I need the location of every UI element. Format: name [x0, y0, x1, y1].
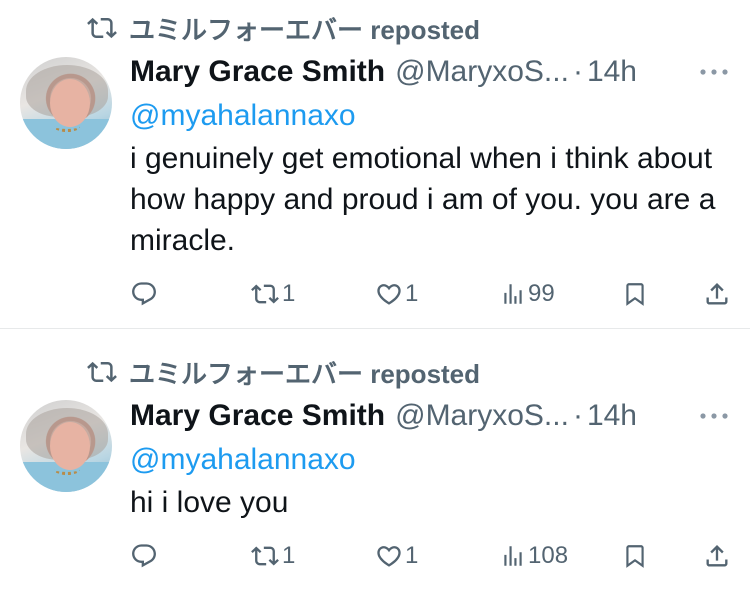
heart-icon: [375, 542, 403, 570]
author-name[interactable]: Mary Grace Smith: [130, 55, 385, 89]
retweet-icon: [85, 13, 119, 43]
timestamp[interactable]: 14h: [587, 399, 637, 433]
tweet[interactable]: ユミルフォーエバー reposted Mary Grace Smith @Mar…: [0, 0, 750, 328]
bookmark-button[interactable]: [622, 536, 648, 576]
like-count: 1: [405, 542, 419, 569]
views-count: 108: [528, 542, 569, 569]
bookmark-button[interactable]: [622, 274, 648, 314]
retweet-button[interactable]: 1: [250, 536, 295, 576]
separator-dot: ·: [572, 399, 583, 432]
like-button[interactable]: 1: [375, 536, 418, 576]
retweet-button[interactable]: 1: [250, 274, 295, 314]
more-icon[interactable]: [698, 404, 730, 428]
share-icon: [703, 542, 731, 570]
like-button[interactable]: 1: [375, 274, 418, 314]
repost-label[interactable]: ユミルフォーエバー reposted: [129, 354, 480, 391]
views-button[interactable]: 99: [500, 274, 555, 314]
author-name[interactable]: Mary Grace Smith: [130, 399, 385, 433]
retweet-icon: [250, 280, 280, 308]
mention-link[interactable]: @myahalannaxo: [130, 96, 356, 136]
repost-label[interactable]: ユミルフォーエバー reposted: [129, 10, 480, 47]
repost-indicator: ユミルフォーエバー reposted: [85, 354, 480, 390]
tweet-header: Mary Grace Smith @MaryxoS... · 14h: [130, 52, 637, 92]
separator-dot: ·: [572, 55, 583, 88]
timestamp[interactable]: 14h: [587, 55, 637, 89]
action-bar: 1 1 99: [0, 274, 750, 314]
divider: [0, 328, 750, 329]
bookmark-icon: [622, 280, 648, 308]
avatar[interactable]: [20, 57, 112, 149]
views-icon: [500, 542, 526, 570]
like-count: 1: [405, 280, 419, 307]
tweet-text: hi i love you: [130, 486, 289, 519]
author-handle[interactable]: @MaryxoS...: [395, 55, 569, 89]
heart-icon: [375, 280, 403, 308]
avatar[interactable]: [20, 400, 112, 492]
retweet-count: 1: [282, 280, 296, 307]
share-button[interactable]: [703, 274, 731, 314]
retweet-count: 1: [282, 542, 296, 569]
share-button[interactable]: [703, 536, 731, 576]
share-icon: [703, 280, 731, 308]
retweet-icon: [250, 542, 280, 570]
more-icon[interactable]: [698, 60, 730, 84]
mention-link[interactable]: @myahalannaxo: [130, 440, 356, 480]
reply-icon: [130, 280, 158, 308]
views-count: 99: [528, 280, 555, 307]
reply-button[interactable]: [130, 274, 158, 314]
tweet[interactable]: ユミルフォーエバー reposted Mary Grace Smith @Mar…: [0, 330, 750, 590]
views-button[interactable]: 108: [500, 536, 568, 576]
author-handle[interactable]: @MaryxoS...: [395, 399, 569, 433]
reply-icon: [130, 542, 158, 570]
tweet-text: i genuinely get emotional when i think a…: [130, 142, 716, 257]
repost-indicator: ユミルフォーエバー reposted: [85, 10, 480, 46]
reply-button[interactable]: [130, 536, 158, 576]
action-bar: 1 1 108: [0, 536, 750, 576]
retweet-icon: [85, 357, 119, 387]
views-icon: [500, 280, 526, 308]
bookmark-icon: [622, 542, 648, 570]
tweet-header: Mary Grace Smith @MaryxoS... · 14h: [130, 396, 637, 436]
